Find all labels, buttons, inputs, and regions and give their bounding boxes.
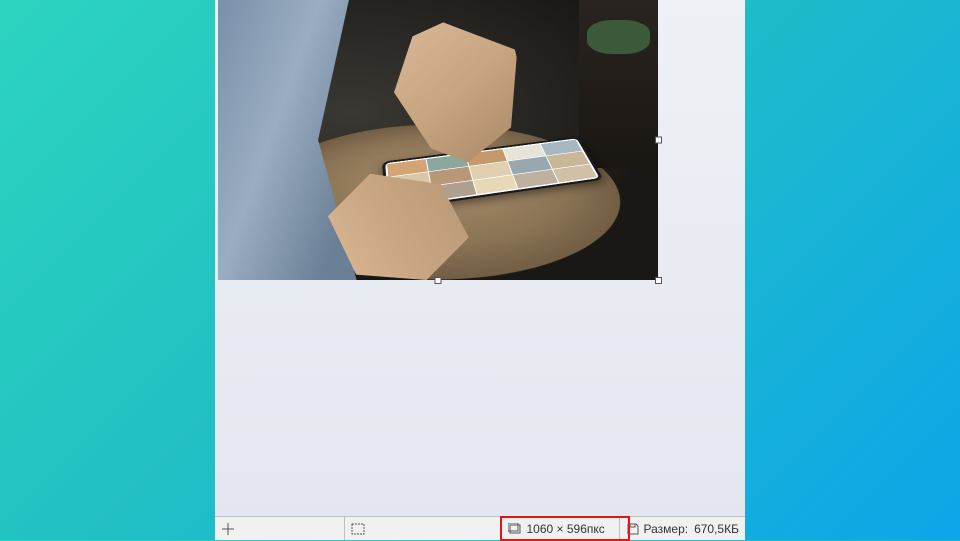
- status-selection-size: [345, 517, 503, 540]
- selection-icon: [351, 522, 365, 536]
- editor-window: 1060 × 596пкс Размер: 670,5КБ: [215, 0, 745, 540]
- filesize-value: 670,5КБ: [694, 522, 739, 536]
- crosshair-icon: [221, 522, 235, 536]
- image-selection[interactable]: [218, 0, 658, 280]
- selection-handle-e[interactable]: [655, 137, 662, 144]
- photo-content: [218, 0, 658, 280]
- status-image-dimensions: 1060 × 596пкс: [502, 517, 619, 540]
- selection-handle-s[interactable]: [435, 277, 442, 284]
- status-file-size: Размер: 670,5КБ: [620, 517, 745, 540]
- status-bar: 1060 × 596пкс Размер: 670,5КБ: [215, 516, 745, 540]
- disk-icon: [626, 522, 640, 536]
- selection-handle-se[interactable]: [655, 277, 662, 284]
- dimensions-text: 1060 × 596пкс: [526, 522, 604, 536]
- dimensions-icon: [508, 522, 522, 536]
- canvas-area[interactable]: [215, 0, 745, 516]
- status-cursor-position: [215, 517, 345, 540]
- filesize-label: Размер:: [644, 522, 689, 536]
